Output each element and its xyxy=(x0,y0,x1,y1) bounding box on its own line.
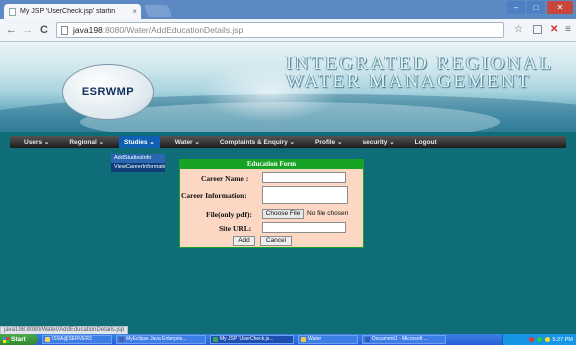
add-button[interactable]: Add xyxy=(233,236,255,246)
eclipse-icon xyxy=(119,337,124,342)
taskbar-item-issa[interactable]: ISSA@SERVER3 xyxy=(42,335,112,344)
windows-logo-icon xyxy=(3,336,9,343)
menu-security[interactable]: security ⌄ xyxy=(362,138,394,146)
close-tab-icon[interactable]: × xyxy=(132,7,137,16)
site-logo: ESRWMP xyxy=(62,64,154,120)
back-icon[interactable]: ← xyxy=(6,24,17,36)
close-window-button[interactable]: ✕ xyxy=(547,1,573,14)
dropdown-item-view-career[interactable]: ViewCareerInformation xyxy=(111,163,165,172)
address-url: java198:8080/Water/AddEducationDetails.j… xyxy=(73,25,243,35)
folder-icon xyxy=(301,337,306,342)
page-icon xyxy=(9,7,16,16)
taskbar-item-word[interactable]: Document1 - Microsoft ... xyxy=(362,335,446,344)
extension-icon[interactable] xyxy=(533,25,542,34)
choose-file-button[interactable]: Choose File xyxy=(262,209,304,219)
menu-users[interactable]: Users ⌄ xyxy=(24,138,49,146)
address-bar[interactable]: java198:8080/Water/AddEducationDetails.j… xyxy=(56,22,504,38)
career-information-textarea[interactable] xyxy=(262,186,348,204)
menu-logout[interactable]: Logout xyxy=(415,139,437,146)
education-form: Education Form Career Name : Career Info… xyxy=(179,159,364,248)
site-title-line2: WATER MANAGEMENT xyxy=(286,71,532,92)
dropdown-item-add-studies[interactable]: AddStudiesInfo xyxy=(111,154,165,163)
url-path: :8080/Water/AddEducationDetails.jsp xyxy=(102,25,244,35)
site-url-label: Site URL: xyxy=(219,224,252,233)
header-banner: ESRWMP INTEGRATED REGIONAL WATER MANAGEM… xyxy=(0,42,576,132)
browser-tab[interactable]: My JSP 'UserCheck.jsp' startin × xyxy=(4,4,141,19)
forward-icon[interactable]: → xyxy=(22,24,33,36)
tray-shield-icon[interactable] xyxy=(528,337,534,342)
url-host: java198 xyxy=(73,25,103,35)
maximize-button[interactable]: □ xyxy=(527,1,545,14)
reload-icon[interactable]: C xyxy=(40,24,48,36)
web-page: ESRWMP INTEGRATED REGIONAL WATER MANAGEM… xyxy=(0,42,576,328)
studies-dropdown: AddStudiesInfo ViewCareerInformation xyxy=(111,154,165,172)
tray-network-icon[interactable] xyxy=(536,337,542,342)
browser-tab-bar: My JSP 'UserCheck.jsp' startin × – □ ✕ xyxy=(0,0,576,19)
system-tray: 5:27 PM xyxy=(502,334,576,345)
chrome-icon xyxy=(213,337,218,342)
taskbar-label: Document1 - Microsoft ... xyxy=(372,336,428,342)
extension-red-icon[interactable]: ✕ xyxy=(550,24,558,35)
taskbar-label: Water xyxy=(308,336,322,342)
file-label: File(only pdf): xyxy=(206,210,253,219)
tab-title: My JSP 'UserCheck.jsp' startin xyxy=(20,8,116,15)
new-tab-button[interactable] xyxy=(143,5,173,17)
taskbar-label: ISSA@SERVER3 xyxy=(52,336,92,342)
bookmark-star-icon[interactable]: ☆ xyxy=(514,24,523,35)
main-menu: Users ⌄ Regional ⌄ Studies ⌄ Water ⌄ Com… xyxy=(10,136,566,148)
career-name-input[interactable] xyxy=(262,172,346,183)
cancel-button[interactable]: Cancel xyxy=(260,236,292,246)
chrome-menu-icon[interactable]: ≡ xyxy=(565,24,571,35)
taskbar-label: My JSP 'UserCheck.js... xyxy=(220,336,274,342)
folder-icon xyxy=(45,337,50,342)
taskbar-item-browser[interactable]: My JSP 'UserCheck.js... xyxy=(210,335,294,344)
menu-water[interactable]: Water ⌄ xyxy=(175,138,200,146)
start-button[interactable]: Start xyxy=(0,334,38,345)
word-icon xyxy=(365,337,370,342)
taskbar-label: MyEclipse Java Enterpris... xyxy=(126,336,187,342)
form-heading: Education Form xyxy=(180,160,363,169)
taskbar-item-myeclipse[interactable]: MyEclipse Java Enterpris... xyxy=(116,335,206,344)
site-url-input[interactable] xyxy=(262,222,346,233)
clock: 5:27 PM xyxy=(552,336,573,343)
minimize-button[interactable]: – xyxy=(507,1,525,14)
menu-studies[interactable]: Studies ⌄ xyxy=(119,136,160,148)
page-icon xyxy=(61,25,68,35)
file-status: No file chosen xyxy=(307,210,349,217)
browser-toolbar: ← → C java198:8080/Water/AddEducationDet… xyxy=(0,19,576,42)
taskbar-item-water[interactable]: Water xyxy=(298,335,358,344)
menu-complaints[interactable]: Complaints & Enquiry ⌄ xyxy=(220,138,295,146)
tray-volume-icon[interactable] xyxy=(544,337,550,342)
logo-text: ESRWMP xyxy=(81,86,135,98)
windows-taskbar: Start ISSA@SERVER3 MyEclipse Java Enterp… xyxy=(0,334,576,345)
menu-profile[interactable]: Profile ⌄ xyxy=(315,138,342,146)
start-label: Start xyxy=(11,336,26,343)
career-name-label: Career Name : xyxy=(201,174,249,183)
menu-regional[interactable]: Regional ⌄ xyxy=(69,138,104,146)
career-information-label: Career Information: xyxy=(181,191,247,200)
